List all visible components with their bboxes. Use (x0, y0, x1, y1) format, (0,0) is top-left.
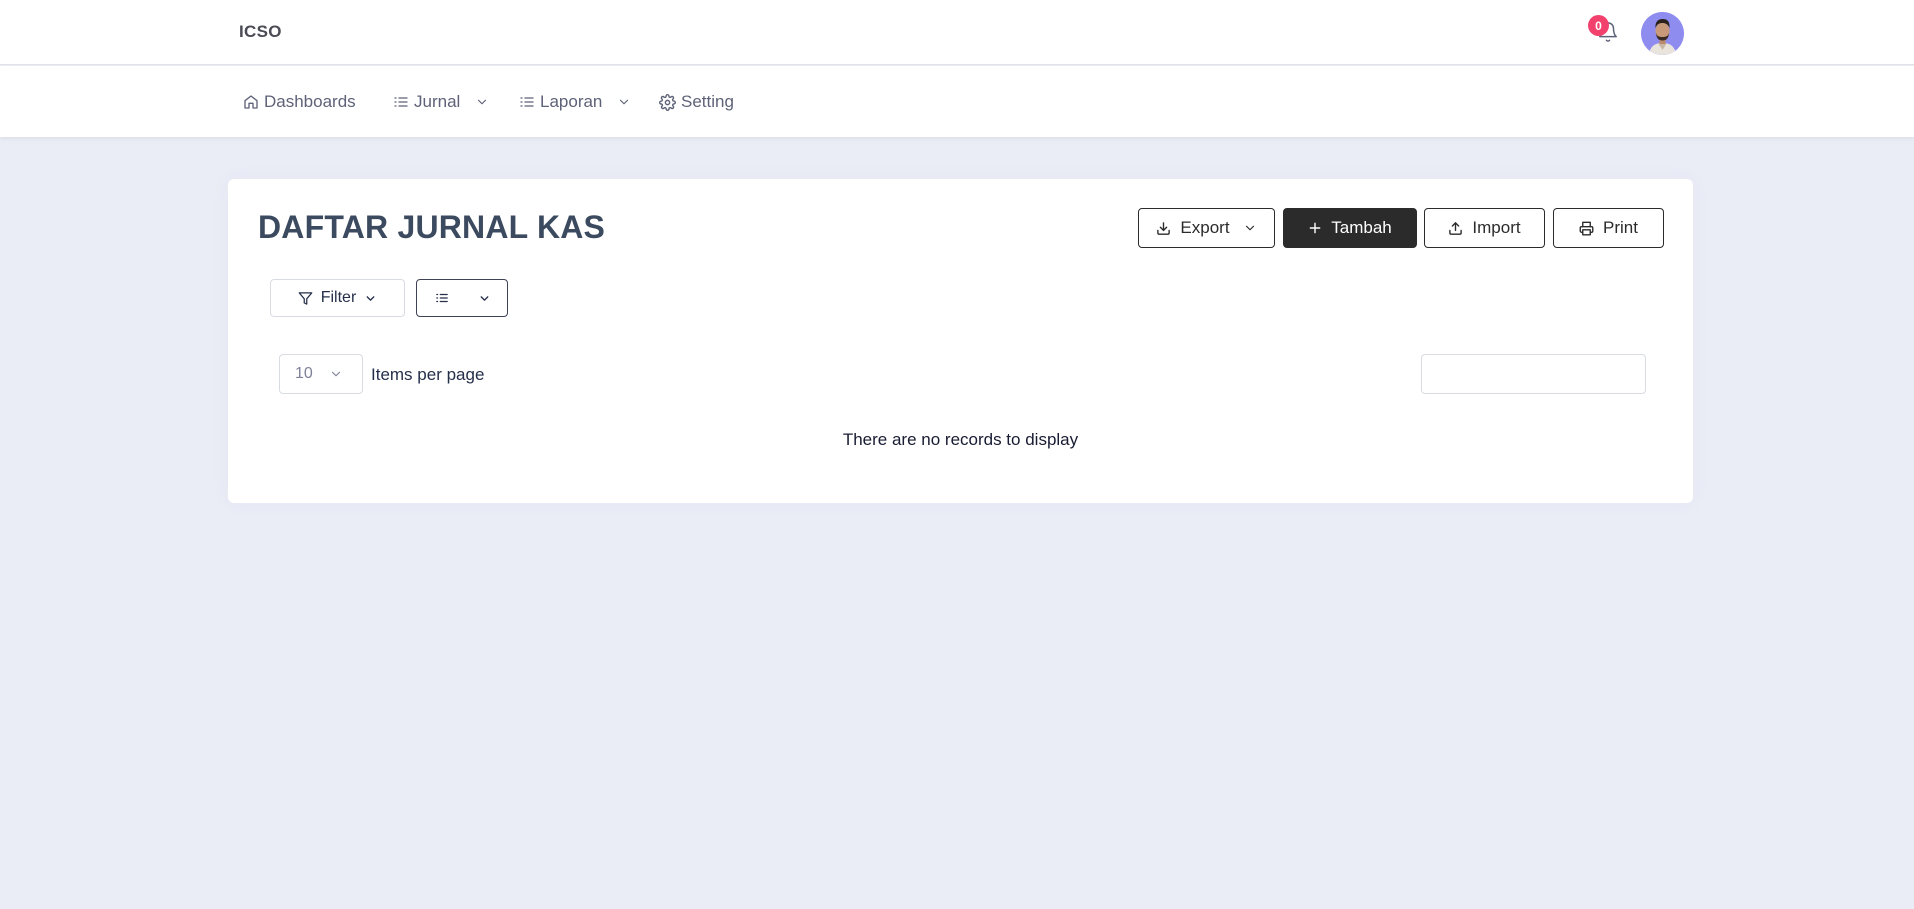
nav-setting[interactable]: Setting (659, 90, 734, 114)
brand-logo[interactable]: ICSO (239, 22, 282, 42)
list-icon (435, 293, 448, 303)
nav-dashboards-label: Dashboards (264, 92, 356, 111)
items-per-page-select[interactable]: 10 (279, 354, 363, 394)
list-icon (394, 97, 408, 107)
printer-icon (1579, 221, 1594, 235)
chevron-down-icon (478, 99, 487, 105)
upload-icon (1449, 221, 1463, 235)
plus-icon (1309, 222, 1321, 234)
chevron-down-icon (1245, 225, 1254, 231)
column-view-dropdown-button[interactable] (416, 279, 508, 317)
home-icon (244, 95, 258, 109)
list-icon (520, 97, 534, 107)
print-button[interactable]: Print (1553, 208, 1664, 248)
chevron-down-icon (366, 295, 375, 301)
export-label: Export (1180, 218, 1230, 237)
filter-dropdown-button[interactable]: Filter (270, 279, 405, 317)
top-header: ICSO 0 (0, 0, 1914, 65)
filter-label: Filter (320, 289, 357, 306)
notification-count-badge: 0 (1588, 15, 1609, 36)
main-nav: Dashboards Jurnal Laporan Setting (0, 66, 1914, 137)
jurnal-kas-card: DAFTAR JURNAL KAS Export Tambah Import P… (228, 179, 1693, 503)
gear-icon (659, 93, 676, 111)
tambah-label: Tambah (1331, 218, 1392, 237)
chevron-down-icon (331, 371, 340, 377)
print-label: Print (1603, 218, 1638, 237)
chevron-down-icon (620, 99, 629, 105)
nav-jurnal[interactable]: Jurnal (393, 90, 489, 114)
nav-laporan-label: Laporan (540, 92, 603, 111)
search-input[interactable] (1421, 354, 1646, 394)
items-per-page-value: 10 (295, 365, 313, 382)
export-button[interactable]: Export (1138, 208, 1275, 248)
chevron-down-icon (480, 295, 488, 301)
items-per-page-label: Items per page (371, 365, 485, 384)
download-icon (1157, 221, 1171, 235)
nav-laporan[interactable]: Laporan (519, 90, 631, 114)
nav-dashboards[interactable]: Dashboards (243, 90, 356, 114)
empty-table-message: There are no records to display (842, 430, 1079, 449)
page-title: DAFTAR JURNAL KAS (258, 209, 606, 245)
filter-icon (298, 291, 313, 305)
import-button[interactable]: Import (1424, 208, 1545, 248)
nav-jurnal-label: Jurnal (414, 92, 461, 111)
nav-setting-label: Setting (681, 92, 734, 111)
import-label: Import (1472, 218, 1521, 237)
tambah-button[interactable]: Tambah (1283, 208, 1417, 248)
user-avatar[interactable] (1641, 12, 1684, 55)
